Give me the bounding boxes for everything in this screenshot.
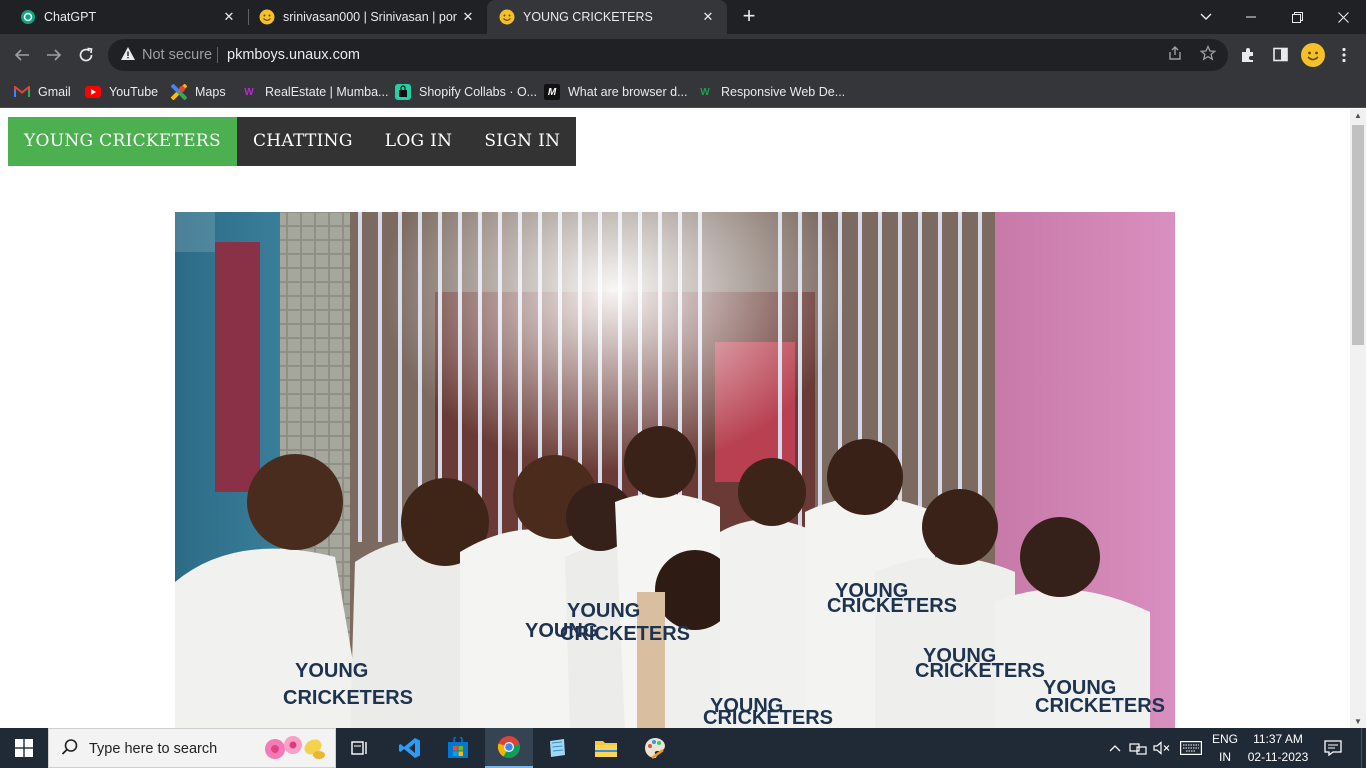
close-icon[interactable]: ✕ [457,9,479,25]
notes-app-icon[interactable] [533,728,581,768]
svg-text:YOUNG: YOUNG [567,600,640,622]
task-view-button[interactable] [336,728,384,768]
share-icon[interactable] [1165,45,1185,65]
close-window-button[interactable] [1320,0,1366,34]
chatgpt-icon [20,9,36,25]
svg-text:CRICKETERS: CRICKETERS [915,660,1045,682]
tab-search-icon[interactable] [1194,5,1218,29]
team-photo: YOUNG CRICKETERS YOUNG YOUNG CRICKETERS … [175,212,1175,728]
taskbar-clock[interactable]: 11:37 AM 02-11-2023 [1238,730,1318,766]
security-label[interactable]: Not secure [142,47,212,63]
close-icon[interactable]: ✕ [697,9,719,25]
page-scrollbar[interactable]: ▲ ▼ [1350,109,1366,728]
language-code: ENG [1211,732,1238,746]
scroll-up-icon[interactable]: ▲ [1354,111,1362,120]
svg-text:CRICKETERS: CRICKETERS [827,595,957,617]
smiley-icon [259,9,275,25]
taskbar-search-box[interactable]: Type here to search [48,728,336,768]
minimize-button[interactable] [1228,0,1274,34]
browser-toolbar: Not secure pkmboys.unaux.com [0,34,1366,76]
menu-kebab-icon[interactable] [1333,44,1355,66]
bookmarks-bar: Gmail YouTube Maps W RealEstate | Mumba.… [0,76,1366,108]
new-tab-button[interactable]: + [737,5,761,29]
clock-date: 02-11-2023 [1247,750,1309,764]
tab-title: ChatGPT [44,10,97,24]
svg-text:CRICKETERS: CRICKETERS [1035,695,1165,717]
input-language-indicator[interactable]: ENG IN [1208,730,1242,766]
vscode-icon[interactable] [386,728,434,768]
paint-icon[interactable] [631,728,679,768]
show-desktop-button[interactable] [1361,728,1366,768]
svg-text:YOUNG: YOUNG [295,660,368,682]
tab-title: srinivasan000 | Srinivasan | portfolio [283,10,457,24]
search-placeholder: Type here to search [89,741,218,757]
bookmark-label: Maps [195,85,226,99]
nav-chatting[interactable]: CHATTING [237,117,369,166]
bookmark-maps[interactable]: Maps [171,82,226,102]
bookmark-star-icon[interactable] [1198,44,1218,65]
volume-muted-icon[interactable] [1152,728,1172,768]
windows-start-button[interactable] [0,728,48,768]
bookmark-label: RealEstate | Mumba... [265,85,389,99]
svg-text:CRICKETERS: CRICKETERS [560,623,690,645]
forward-button[interactable] [42,43,66,67]
chrome-icon[interactable] [485,728,533,768]
url-text[interactable]: pkmboys.unaux.com [227,47,360,63]
bookmark-gmail[interactable]: Gmail [14,82,71,102]
address-bar[interactable]: Not secure pkmboys.unaux.com [108,39,1228,71]
bookmark-label: Shopify Collabs · O... [419,85,538,99]
omnibox-divider [217,47,218,63]
network-icon[interactable] [1128,728,1148,768]
bookmark-medium[interactable]: M What are browser d... [544,82,688,102]
side-panel-icon[interactable] [1269,44,1291,66]
tab-strip: ChatGPT ✕ srinivasan000 | Srinivasan | p… [0,0,1366,34]
profile-avatar[interactable] [1301,43,1325,67]
show-hidden-icons-icon[interactable] [1106,728,1124,768]
close-icon[interactable]: ✕ [218,9,240,25]
restore-button[interactable] [1274,0,1320,34]
microsoft-store-icon[interactable] [434,728,482,768]
svg-text:CRICKETERS: CRICKETERS [283,687,413,709]
bookmark-label: Responsive Web De... [721,85,846,99]
back-button[interactable] [10,43,34,67]
realestate-icon: W [244,86,254,98]
bookmark-webflow[interactable]: W Responsive Web De... [697,82,845,102]
clock-time: 11:37 AM [1253,732,1303,746]
nav-young-cricketers[interactable]: YOUNG CRICKETERS [8,117,237,166]
shopify-icon [395,84,411,100]
webflow-icon: W [700,86,710,98]
gmail-icon [14,84,30,100]
maps-icon [171,84,187,100]
smiley-icon [499,9,515,25]
tab-portfolio[interactable]: srinivasan000 | Srinivasan | portfolio ✕ [239,0,487,34]
file-explorer-icon[interactable] [582,728,630,768]
bookmark-realestate[interactable]: W RealEstate | Mumba... [241,82,388,102]
tab-title: YOUNG CRICKETERS [523,10,653,24]
notifications-icon[interactable] [1320,728,1346,768]
bookmark-label: Gmail [38,85,71,99]
nav-log-in[interactable]: LOG IN [369,117,469,166]
warning-icon[interactable] [120,46,136,65]
region-code: IN [1219,750,1231,764]
bookmark-label: What are browser d... [568,85,688,99]
bookmark-youtube[interactable]: YouTube [85,82,158,102]
medium-icon: M [544,84,560,100]
tab-young-cricketers[interactable]: YOUNG CRICKETERS ✕ [487,0,727,34]
search-icon [61,738,79,761]
windows-taskbar: Type here to search ENG IN 11:37 AM 02-1… [0,728,1366,768]
keyboard-icon[interactable] [1178,728,1204,768]
site-navbar: YOUNG CRICKETERS CHATTING LOG IN SIGN IN [8,117,577,166]
extensions-icon[interactable] [1237,44,1259,66]
nav-sign-in[interactable]: SIGN IN [468,117,576,166]
scroll-down-icon[interactable]: ▼ [1354,717,1362,726]
svg-text:CRICKETERS: CRICKETERS [703,707,833,728]
reload-button[interactable] [74,43,98,67]
bookmark-shopify[interactable]: Shopify Collabs · O... [395,82,537,102]
scroll-thumb[interactable] [1352,125,1364,345]
flowers-icon [261,733,331,768]
youtube-icon [85,84,101,100]
bookmark-label: YouTube [109,85,159,99]
web-page: YOUNG CRICKETERS CHATTING LOG IN SIGN IN [0,109,1350,728]
tab-chatgpt[interactable]: ChatGPT ✕ [0,0,248,34]
